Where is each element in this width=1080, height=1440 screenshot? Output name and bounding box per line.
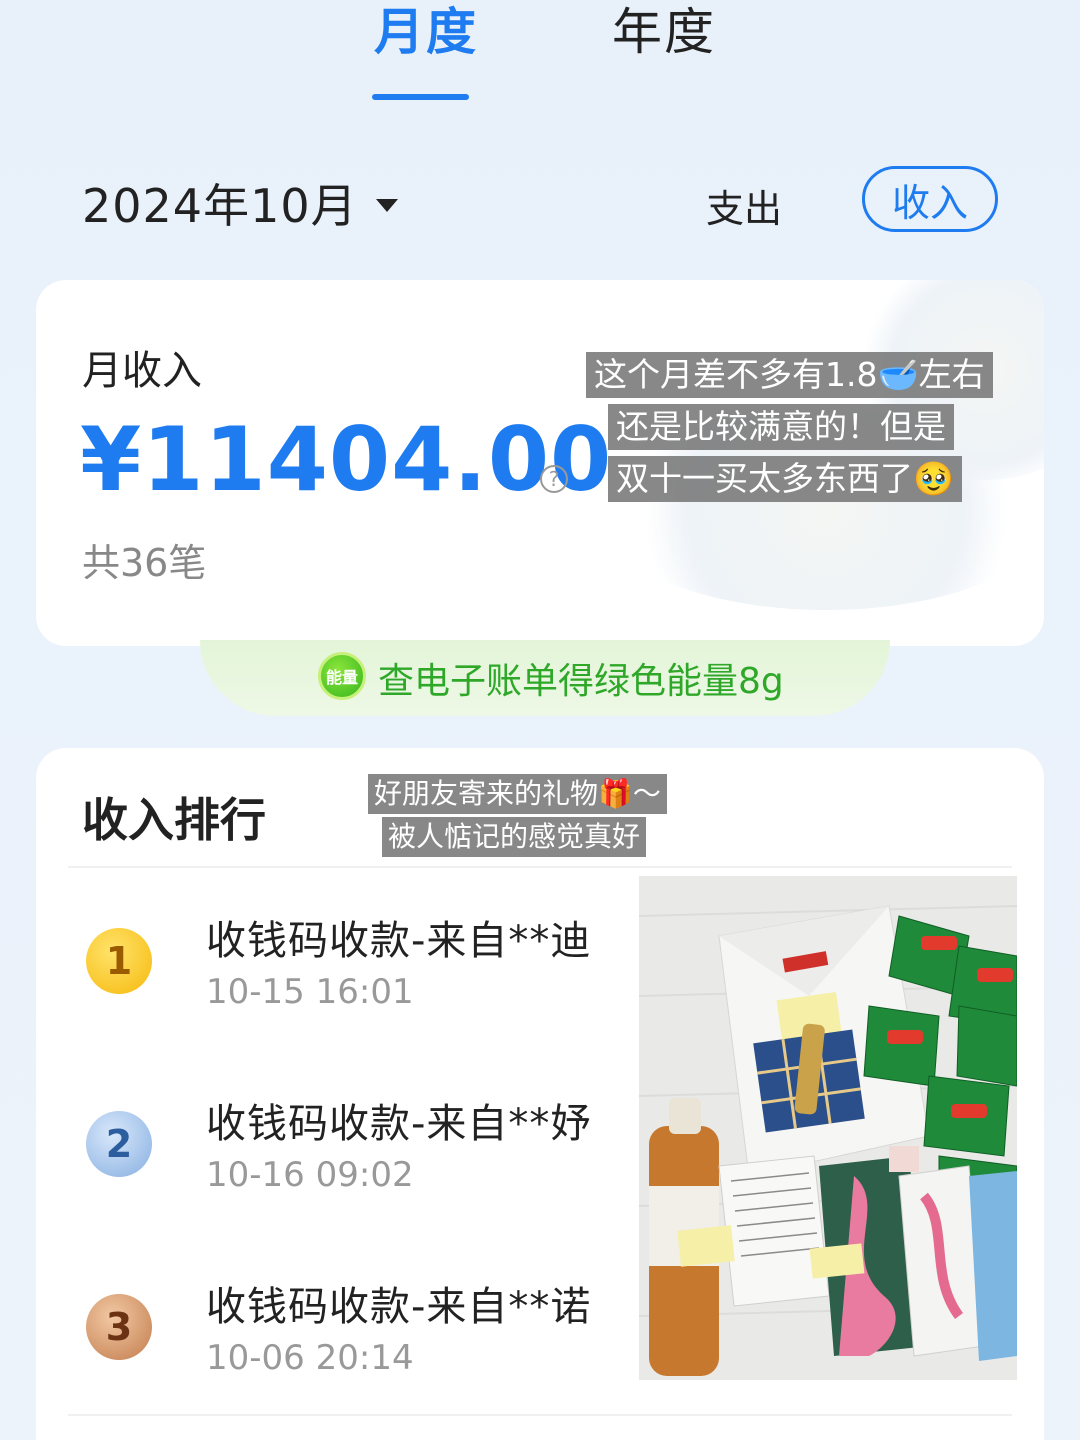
caption-line: 好朋友寄来的礼物🎁～: [368, 774, 667, 814]
caption-line: 这个月差不多有1.8🥣左右: [586, 352, 993, 398]
gift-photo: [639, 876, 1017, 1380]
tab-yearly[interactable]: 年度: [612, 2, 716, 62]
tab-active-indicator: [372, 94, 469, 100]
ranking-row[interactable]: 1 收钱码收款-来自**迪 10-15 16:01: [36, 898, 636, 1048]
period-tabs: 月度 年度: [0, 0, 1080, 110]
rank-badge-silver: 2: [86, 1111, 152, 1177]
caption-line: 被人惦记的感觉真好: [382, 817, 647, 857]
ranking-row-time: 10-15 16:01: [206, 972, 414, 1012]
ranking-title: 收入排行: [82, 793, 266, 847]
tab-monthly[interactable]: 月度: [374, 2, 478, 62]
ranking-row-title: 收钱码收款-来自**诺: [206, 1284, 592, 1330]
month-label: 2024年10月: [82, 179, 358, 233]
ranking-row[interactable]: 3 收钱码收款-来自**诺 10-06 20:14: [36, 1264, 636, 1414]
caption-line: 还是比较满意的！但是: [608, 404, 954, 450]
help-icon[interactable]: ?: [540, 465, 568, 493]
rank-badge-gold: 1: [86, 928, 152, 994]
caret-down-icon: [375, 198, 398, 212]
ranking-row-title: 收钱码收款-来自**迪: [206, 918, 592, 964]
caption-line: 双十一买太多东西了🥹: [608, 456, 963, 502]
ranking-row-time: 10-06 20:14: [206, 1338, 414, 1378]
month-picker[interactable]: 2024年10月: [82, 170, 398, 236]
ranking-row-time: 10-16 09:02: [206, 1155, 414, 1195]
divider: [68, 1414, 1012, 1416]
rank-badge-bronze: 3: [86, 1294, 152, 1360]
monthly-income-label: 月收入: [82, 348, 202, 394]
expense-toggle[interactable]: 支出: [706, 178, 782, 233]
transaction-count: 共36笔: [82, 541, 207, 585]
energy-badge-icon: 能量: [318, 652, 366, 700]
income-toggle[interactable]: 收入: [862, 166, 998, 232]
monthly-income-amount: ¥11404.00: [80, 408, 613, 511]
divider: [68, 866, 1012, 868]
energy-banner-text[interactable]: 查电子账单得绿色能量8g: [378, 652, 784, 704]
ranking-row-title: 收钱码收款-来自**妤: [206, 1101, 592, 1147]
ranking-row[interactable]: 2 收钱码收款-来自**妤 10-16 09:02: [36, 1081, 636, 1231]
